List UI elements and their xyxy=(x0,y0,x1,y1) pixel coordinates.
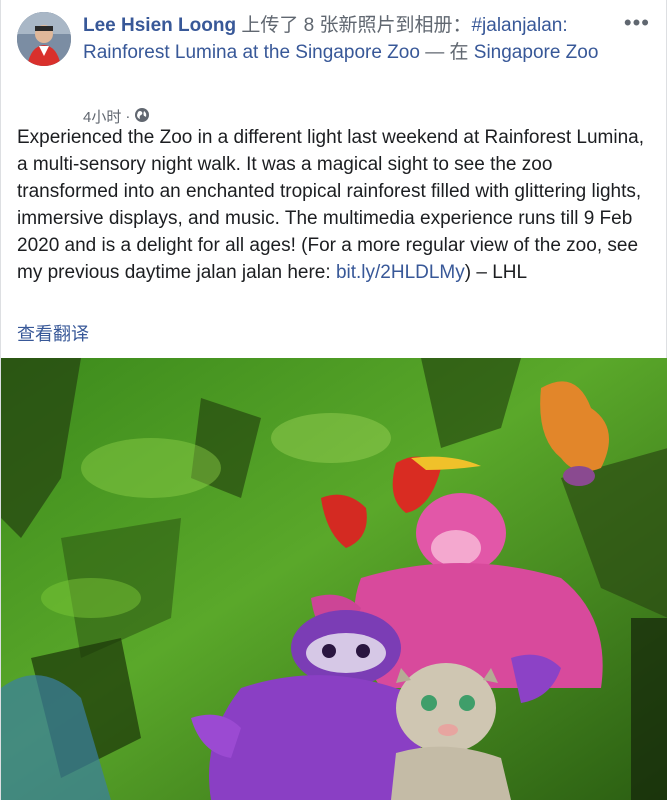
post-body-link[interactable]: bit.ly/2HLDLMy xyxy=(336,262,465,283)
post-body-text: Experienced the Zoo in a different light… xyxy=(17,127,645,283)
meta-separator: · xyxy=(125,108,131,125)
post-photo[interactable] xyxy=(1,358,667,800)
see-translation-link[interactable]: 查看翻译 xyxy=(17,320,89,346)
location-separator: — 在 xyxy=(419,42,474,63)
avatar[interactable] xyxy=(17,12,71,66)
location-link[interactable]: Singapore Zoo xyxy=(474,42,599,63)
post-body: Experienced the Zoo in a different light… xyxy=(17,124,652,286)
post-action-text: 上传了 8 张新照片到相册： xyxy=(236,15,472,36)
post-options-button[interactable]: ••• xyxy=(624,10,650,36)
post-body-end: ) – LHL xyxy=(464,262,528,283)
author-name-link[interactable]: Lee Hsien Loong xyxy=(83,15,236,36)
post-title-line: Lee Hsien Loong 上传了 8 张新照片到相册：#jalanjala… xyxy=(83,12,623,66)
facebook-post: Lee Hsien Loong 上传了 8 张新照片到相册：#jalanjala… xyxy=(0,0,667,800)
